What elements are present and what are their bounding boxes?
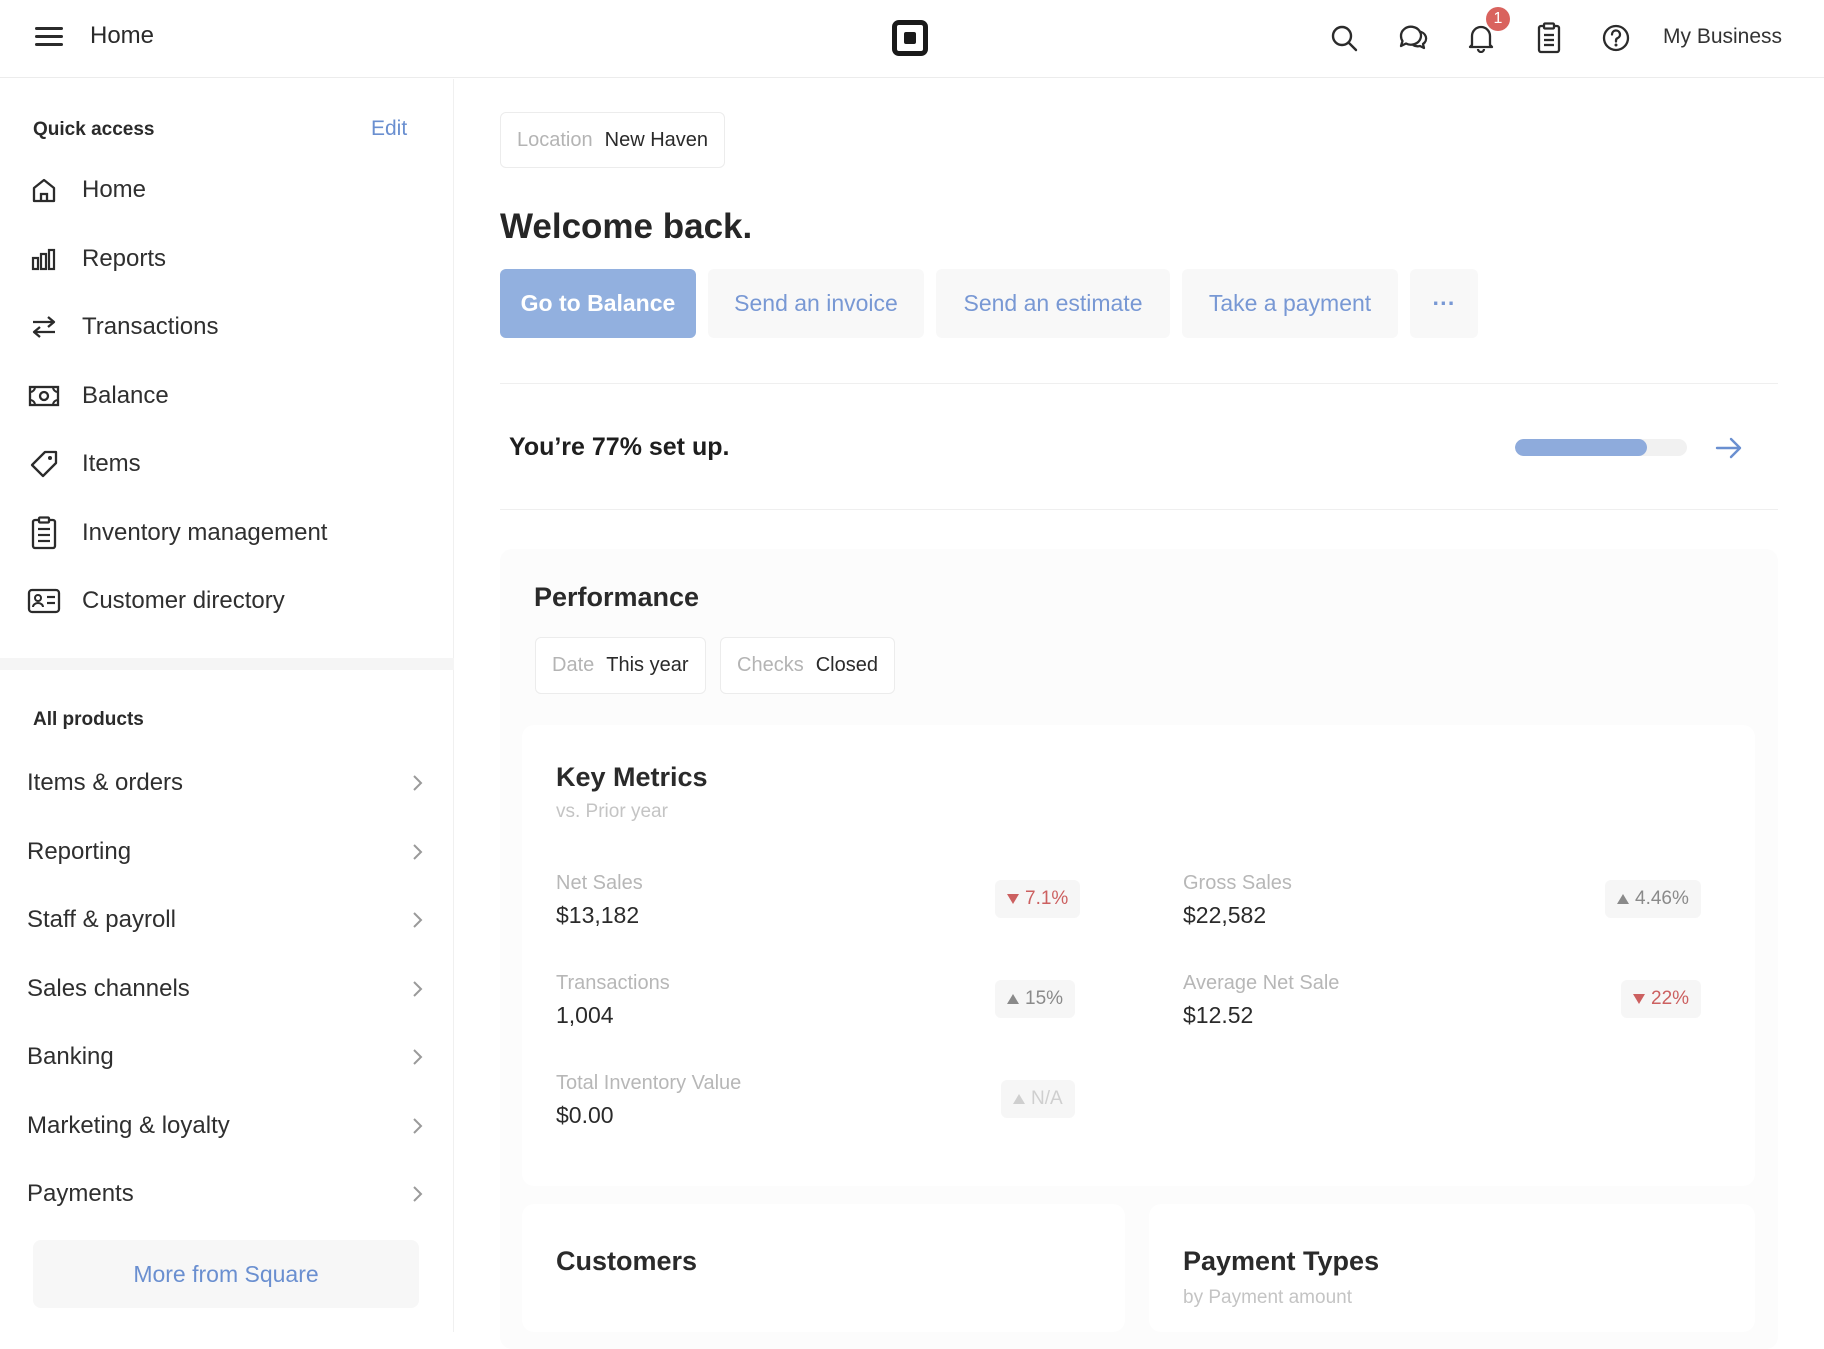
chevron-right-icon bbox=[413, 1118, 423, 1134]
quick-access-heading: Quick access bbox=[33, 119, 155, 140]
metric-change-badge: N/A bbox=[1001, 1080, 1075, 1118]
sidebar-item-items-orders[interactable]: Items & orders bbox=[27, 758, 427, 808]
sidebar-item-label: Transactions bbox=[82, 313, 219, 340]
payment-types-subtitle: by Payment amount bbox=[1183, 1287, 1352, 1308]
metric-value: $13,182 bbox=[556, 902, 640, 928]
sidebar-item-customer-directory[interactable]: Customer directory bbox=[26, 576, 426, 626]
sidebar-item-label: Customer directory bbox=[82, 587, 285, 614]
metric-label: Gross Sales bbox=[1183, 872, 1292, 894]
chevron-right-icon bbox=[413, 844, 423, 860]
chevron-right-icon bbox=[413, 1049, 423, 1065]
sidebar-item-home[interactable]: Home bbox=[26, 165, 426, 215]
metric-label: Total Inventory Value bbox=[556, 1072, 742, 1094]
sidebar-item-label: Staff & payroll bbox=[27, 906, 176, 933]
sidebar-item-inventory-management[interactable]: Inventory management bbox=[26, 508, 426, 558]
metric-change-badge: 15% bbox=[995, 980, 1076, 1018]
cash-icon bbox=[26, 378, 62, 414]
filter-key: Checks bbox=[737, 654, 804, 676]
clipboard-icon bbox=[26, 515, 62, 551]
sidebar-divider bbox=[0, 658, 454, 670]
swap-arrows-icon bbox=[26, 309, 62, 345]
sidebar-item-label: Marketing & loyalty bbox=[27, 1112, 230, 1139]
page-title: Home bbox=[90, 22, 155, 49]
sidebar-item-items[interactable]: Items bbox=[26, 439, 426, 489]
metric-change: 15% bbox=[1025, 988, 1064, 1009]
metric-label: Average Net Sale bbox=[1183, 972, 1340, 994]
metric-change: 4.46% bbox=[1635, 888, 1689, 909]
checks-filter[interactable]: Checks Closed bbox=[720, 637, 895, 694]
performance-title: Performance bbox=[534, 582, 700, 612]
sidebar-item-label: Reports bbox=[82, 245, 167, 272]
sidebar-item-sales-channels[interactable]: Sales channels bbox=[27, 964, 427, 1014]
filter-value: This year bbox=[606, 654, 689, 676]
metric-value: $0.00 bbox=[556, 1102, 614, 1128]
menu-icon[interactable] bbox=[35, 24, 65, 50]
sidebar-item-transactions[interactable]: Transactions bbox=[26, 302, 426, 352]
down-triangle-icon bbox=[1633, 994, 1645, 1004]
sidebar-item-reports[interactable]: Reports bbox=[26, 234, 426, 284]
key-metrics-card bbox=[522, 725, 1755, 1186]
down-triangle-icon bbox=[1007, 894, 1019, 904]
chevron-right-icon bbox=[413, 981, 423, 997]
sidebar-item-label: Banking bbox=[27, 1043, 114, 1070]
metric-change-badge: 7.1% bbox=[995, 880, 1081, 918]
payment-types-title: Payment Types bbox=[1183, 1246, 1380, 1276]
sidebar-item-label: Items bbox=[82, 450, 141, 477]
bar-chart-icon bbox=[26, 241, 62, 277]
filter-key: Date bbox=[552, 654, 595, 676]
up-triangle-icon bbox=[1617, 894, 1629, 904]
key-metrics-title: Key Metrics bbox=[556, 762, 708, 792]
customers-title: Customers bbox=[556, 1246, 698, 1276]
sidebar-item-balance[interactable]: Balance bbox=[26, 371, 426, 421]
quick-access-edit-link[interactable]: Edit bbox=[371, 117, 407, 141]
id-card-icon bbox=[26, 583, 62, 619]
all-products-heading: All products bbox=[33, 709, 144, 730]
date-filter[interactable]: Date This year bbox=[535, 637, 706, 694]
tag-icon bbox=[26, 446, 62, 482]
metric-value: $22,582 bbox=[1183, 902, 1267, 928]
chevron-right-icon bbox=[413, 1186, 423, 1202]
chevron-right-icon bbox=[413, 912, 423, 928]
home-icon bbox=[26, 172, 62, 208]
sidebar-item-label: Inventory management bbox=[82, 519, 328, 546]
sidebar-item-label: Payments bbox=[27, 1180, 134, 1207]
chevron-right-icon bbox=[413, 775, 423, 791]
metric-change-badge: 22% bbox=[1621, 980, 1702, 1018]
up-triangle-icon bbox=[1013, 1094, 1025, 1104]
sidebar-item-marketing-loyalty[interactable]: Marketing & loyalty bbox=[27, 1101, 427, 1151]
sidebar-item-reporting[interactable]: Reporting bbox=[27, 827, 427, 877]
metric-value: 1,004 bbox=[556, 1002, 614, 1028]
sidebar-item-label: Balance bbox=[82, 382, 169, 409]
metric-change: 22% bbox=[1651, 988, 1690, 1009]
metric-change-badge: 4.46% bbox=[1605, 880, 1701, 918]
sidebar-item-label: Items & orders bbox=[27, 769, 184, 796]
sidebar-item-payments[interactable]: Payments bbox=[27, 1169, 427, 1219]
metric-change: N/A bbox=[1031, 1088, 1063, 1109]
up-triangle-icon bbox=[1007, 994, 1019, 1004]
filter-value: Closed bbox=[815, 654, 878, 676]
more-from-square-button[interactable]: More from Square bbox=[33, 1240, 419, 1308]
metric-label: Net Sales bbox=[556, 872, 643, 894]
sidebar-item-banking[interactable]: Banking bbox=[27, 1032, 427, 1082]
key-metrics-subtitle: vs. Prior year bbox=[556, 801, 668, 822]
sidebar-item-label: Sales channels bbox=[27, 975, 190, 1002]
sidebar: Quick access Edit Home Reports Transacti… bbox=[0, 79, 454, 1332]
sidebar-item-label: Reporting bbox=[27, 838, 132, 865]
sidebar-item-label: Home bbox=[82, 176, 147, 203]
sidebar-item-staff-payroll[interactable]: Staff & payroll bbox=[27, 895, 427, 945]
metric-label: Transactions bbox=[556, 972, 670, 994]
metric-value: $12.52 bbox=[1183, 1002, 1254, 1028]
metric-change: 7.1% bbox=[1025, 888, 1069, 909]
